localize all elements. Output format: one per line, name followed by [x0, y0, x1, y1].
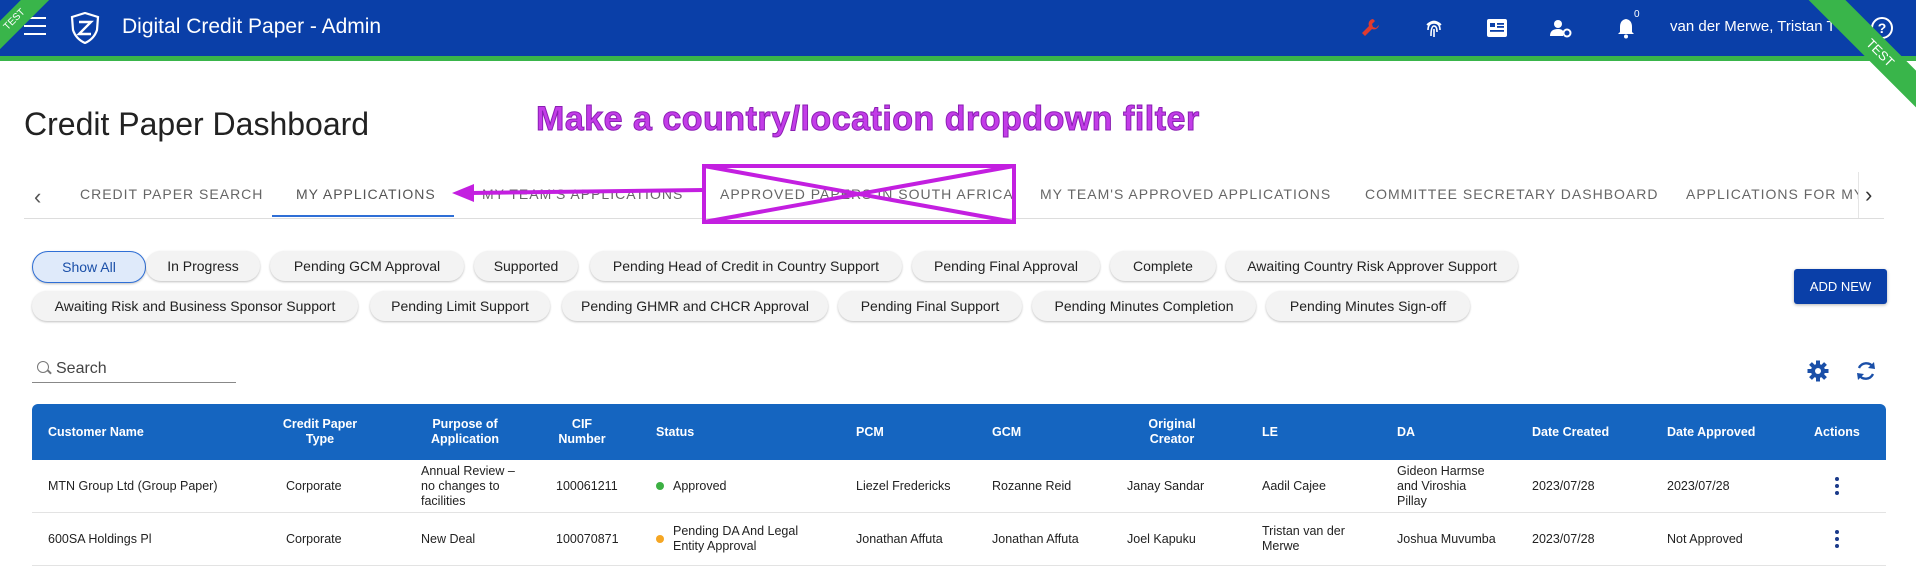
tab-my-applications[interactable]: MY APPLICATIONS: [296, 186, 436, 202]
tab-my-teams-approved-applications[interactable]: MY TEAM'S APPROVED APPLICATIONS: [1040, 186, 1331, 202]
filter-chip-show-all[interactable]: Show All: [32, 251, 146, 283]
cell-date-approved: Not Approved: [1667, 531, 1743, 546]
cell-le: Aadil Cajee: [1262, 478, 1326, 493]
cell-da: Joshua Muvumba: [1397, 531, 1496, 546]
search-input[interactable]: [54, 356, 238, 382]
cell-customer-name: MTN Group Ltd (Group Paper): [48, 478, 218, 493]
refresh-icon[interactable]: [1854, 359, 1878, 383]
cell-pcm: Liezel Fredericks: [856, 478, 951, 493]
tab-approved-papers-south-africa[interactable]: APPROVED PAPERS IN SOUTH AFRICA: [720, 186, 1014, 202]
tab-scroll-right[interactable]: ›: [1858, 172, 1885, 218]
cell-date-created: 2023/07/28: [1532, 478, 1595, 493]
cell-pcm: Jonathan Affuta: [856, 531, 943, 546]
more-actions-icon[interactable]: [1834, 530, 1840, 550]
status-dot-icon: [656, 482, 664, 490]
report-card-icon[interactable]: [1484, 15, 1510, 41]
column-header[interactable]: Status: [656, 404, 756, 460]
filter-chip-supported[interactable]: Supported: [474, 251, 578, 281]
column-header[interactable]: GCM: [992, 404, 1072, 460]
column-header[interactable]: Original Creator: [1132, 404, 1212, 460]
table-row[interactable]: 600SA Holdings Pl Corporate New Deal 100…: [32, 513, 1886, 566]
column-header[interactable]: Actions: [1814, 404, 1874, 460]
column-header[interactable]: Purpose of Application: [417, 404, 513, 460]
tab-bar: ‹ CREDIT PAPER SEARCH MY APPLICATIONS MY…: [24, 172, 1884, 219]
search-field: [32, 356, 238, 383]
notification-count: 0: [1634, 9, 1640, 20]
status-dot-icon: [656, 535, 664, 543]
user-settings-icon[interactable]: [1548, 15, 1574, 41]
cell-le: Tristan van der Merwe: [1262, 524, 1345, 553]
chevron-left-icon[interactable]: ‹: [34, 184, 41, 210]
filter-chip-pending-minutes-completion[interactable]: Pending Minutes Completion: [1032, 291, 1256, 321]
filter-chip-awaiting-risk-business[interactable]: Awaiting Risk and Business Sponsor Suppo…: [32, 291, 358, 321]
table-row[interactable]: MTN Group Ltd (Group Paper) Corporate An…: [32, 460, 1886, 513]
filter-chip-pending-gcm-approval[interactable]: Pending GCM Approval: [270, 251, 464, 281]
cell-gcm: Jonathan Affuta: [992, 531, 1079, 546]
fingerprint-icon[interactable]: [1421, 15, 1447, 41]
tab-applications-for-my-review[interactable]: APPLICATIONS FOR MY R: [1686, 186, 1880, 202]
user-name[interactable]: van der Merwe, Tristan T: [1670, 18, 1836, 35]
chevron-right-icon[interactable]: ›: [1865, 182, 1872, 208]
cell-date-created: 2023/07/28: [1532, 531, 1595, 546]
annotation-text: Make a country/location dropdown filter: [536, 100, 1200, 139]
cell-customer-name: 600SA Holdings Pl: [48, 531, 152, 546]
filter-chip-pending-limit-support[interactable]: Pending Limit Support: [370, 291, 550, 321]
cell-gcm: Rozanne Reid: [992, 478, 1072, 493]
cell-date-approved: 2023/07/28: [1667, 478, 1730, 493]
header-accent-line: [0, 56, 1916, 61]
filter-chip-pending-head-of-credit[interactable]: Pending Head of Credit in Country Suppor…: [590, 251, 902, 281]
tab-my-teams-applications[interactable]: MY TEAM'S APPLICATIONS: [482, 186, 683, 202]
cell-status: Pending DA And Legal Entity Approval: [656, 513, 846, 565]
filter-chip-awaiting-country-risk[interactable]: Awaiting Country Risk Approver Support: [1226, 251, 1518, 281]
cell-da: Gideon Harmse and Viroshia Pillay: [1397, 463, 1485, 508]
cell-cif-number: 100070871: [556, 531, 619, 546]
column-header[interactable]: Customer Name: [48, 404, 248, 460]
settings-gear-icon[interactable]: [1806, 359, 1830, 383]
status-text: Approved: [673, 478, 727, 493]
status-text: Pending DA And Legal Entity Approval: [673, 524, 799, 553]
top-app-bar: Digital Credit Paper - Admin 0 van der M…: [0, 0, 1916, 59]
cell-credit-paper-type: Corporate: [286, 531, 342, 546]
wrench-icon[interactable]: [1358, 15, 1384, 41]
filter-chip-in-progress[interactable]: In Progress: [146, 251, 260, 281]
filter-chip-pending-final-support[interactable]: Pending Final Support: [838, 291, 1022, 321]
filter-chip-pending-ghmr-chcr[interactable]: Pending GHMR and CHCR Approval: [562, 291, 828, 321]
cell-purpose: Annual Review – no changes to facilities: [421, 463, 515, 508]
bank-shield-logo: [70, 12, 100, 44]
tab-committee-secretary-dashboard[interactable]: COMMITTEE SECRETARY DASHBOARD: [1365, 186, 1658, 202]
column-header[interactable]: DA: [1397, 404, 1457, 460]
column-header[interactable]: LE: [1262, 404, 1322, 460]
cell-original-creator: Joel Kapuku: [1127, 531, 1196, 546]
cell-purpose: New Deal: [421, 531, 476, 546]
search-icon: [37, 361, 49, 373]
cell-cif-number: 100061211: [556, 478, 618, 493]
column-header[interactable]: Date Approved: [1667, 404, 1777, 460]
active-tab-indicator: [272, 215, 454, 217]
filter-chip-complete[interactable]: Complete: [1110, 251, 1216, 281]
tab-credit-paper-search[interactable]: CREDIT PAPER SEARCH: [80, 186, 263, 202]
column-header[interactable]: PCM: [856, 404, 936, 460]
filter-chip-pending-minutes-signoff[interactable]: Pending Minutes Sign-off: [1266, 291, 1470, 321]
column-header[interactable]: CIF Number: [550, 404, 614, 460]
table-header: Customer Name Credit Paper Type Purpose …: [32, 404, 1886, 460]
cell-credit-paper-type: Corporate: [286, 478, 342, 493]
cell-status: Approved: [656, 460, 846, 512]
app-title: Digital Credit Paper - Admin: [122, 15, 382, 38]
filter-chip-pending-final-approval[interactable]: Pending Final Approval: [912, 251, 1100, 281]
cell-original-creator: Janay Sandar: [1127, 478, 1205, 493]
more-actions-icon[interactable]: [1834, 477, 1840, 497]
page-title: Credit Paper Dashboard: [24, 106, 370, 142]
add-new-button[interactable]: ADD NEW: [1794, 269, 1887, 304]
column-header[interactable]: Date Created: [1532, 404, 1632, 460]
column-header[interactable]: Credit Paper Type: [272, 404, 368, 460]
